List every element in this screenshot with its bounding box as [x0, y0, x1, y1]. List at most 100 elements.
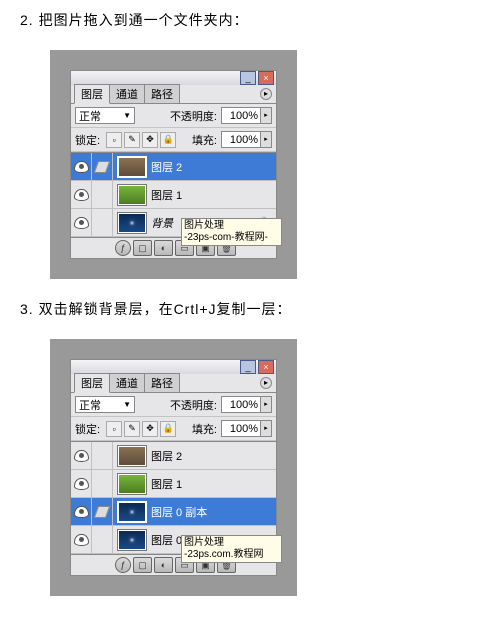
tooltip-2: 图片处理 -23ps.com.教程网: [181, 535, 282, 563]
chevron-down-icon: ▼: [123, 111, 131, 120]
adjustment-icon[interactable]: ◐: [154, 240, 173, 256]
fx-icon[interactable]: ƒ: [115, 557, 131, 573]
eye-icon: [74, 217, 89, 229]
chevron-down-icon: ▼: [123, 400, 131, 409]
layer-thumbnail[interactable]: [117, 445, 147, 467]
tooltip-line2: -23ps.com.教程网: [184, 549, 263, 560]
layer-panel-footer: ƒ ▢ ◐ ▭ ▣ 🗑 图片处理 -23ps.com.教程网: [71, 554, 276, 575]
blend-mode-select[interactable]: 正常 ▼: [75, 396, 135, 413]
opacity-label: 不透明度:: [170, 108, 217, 124]
lock-position-icon[interactable]: ✥: [142, 421, 158, 437]
brush-icon: [94, 506, 110, 518]
minimize-button[interactable]: _: [240, 360, 256, 374]
window-titlebar: _ ×: [71, 360, 276, 374]
panel-tabs: 图层 通道 路径 ▸: [71, 374, 276, 393]
tab-channels[interactable]: 通道: [109, 373, 145, 392]
tab-paths[interactable]: 路径: [144, 373, 180, 392]
layer-thumbnail[interactable]: [117, 473, 147, 495]
adjustment-icon[interactable]: ◐: [154, 557, 173, 573]
eye-icon: [74, 506, 89, 518]
lock-all-icon[interactable]: 🔒: [160, 132, 176, 148]
layer-row[interactable]: 图层 2: [71, 442, 276, 470]
layer-thumbnail[interactable]: [117, 529, 147, 551]
step-3-text: 3. 双击解锁背景层，在Crtl+J复制一层：: [20, 299, 480, 319]
layer-thumbnail[interactable]: [117, 212, 147, 234]
tab-layers[interactable]: 图层: [74, 373, 110, 393]
lock-pixels-icon[interactable]: ✎: [124, 132, 140, 148]
panel-tabs: 图层 通道 路径 ▸: [71, 85, 276, 104]
opacity-flyout-icon[interactable]: ▸: [261, 107, 272, 124]
tab-channels[interactable]: 通道: [109, 84, 145, 103]
fill-label: 填充:: [192, 132, 217, 148]
lock-pixels-icon[interactable]: ✎: [124, 421, 140, 437]
layer-thumbnail[interactable]: [117, 156, 147, 178]
visibility-toggle[interactable]: [71, 209, 92, 236]
tab-paths[interactable]: 路径: [144, 84, 180, 103]
lock-fill-row: 锁定: ▫ ✎ ✥ 🔒 填充: 100% ▸: [71, 128, 276, 152]
tab-layers[interactable]: 图层: [74, 84, 110, 104]
panel-1-wrap: _ × 图层 通道 路径 ▸ 正常 ▼ 不透明度: 100% ▸ 锁定: ▫ ✎ …: [50, 50, 297, 279]
fill-label: 填充:: [192, 421, 217, 437]
layer-row[interactable]: 图层 0 副本: [71, 498, 276, 526]
blend-mode-value: 正常: [79, 397, 101, 413]
visibility-toggle[interactable]: [71, 442, 92, 469]
mask-icon[interactable]: ▢: [133, 557, 152, 573]
edit-col: [92, 153, 113, 180]
blend-mode-select[interactable]: 正常 ▼: [75, 107, 135, 124]
visibility-toggle[interactable]: [71, 153, 92, 180]
step-2-text: 2. 把图片拖入到通一个文件夹内：: [20, 10, 480, 30]
layer-row[interactable]: 图层 1: [71, 470, 276, 498]
edit-col: [92, 526, 113, 553]
opacity-label: 不透明度:: [170, 397, 217, 413]
lock-transparency-icon[interactable]: ▫: [106, 132, 122, 148]
layer-name[interactable]: 图层 1: [151, 476, 276, 492]
opacity-flyout-icon[interactable]: ▸: [261, 396, 272, 413]
layer-name[interactable]: 图层 1: [151, 187, 276, 203]
opacity-input[interactable]: 100%: [221, 107, 261, 124]
eye-icon: [74, 450, 89, 462]
fill-input[interactable]: 100%: [221, 131, 261, 148]
blend-mode-value: 正常: [79, 108, 101, 124]
layer-name[interactable]: 图层 0 副本: [151, 504, 276, 520]
close-button[interactable]: ×: [258, 71, 274, 85]
eye-icon: [74, 189, 89, 201]
fill-flyout-icon[interactable]: ▸: [261, 420, 272, 437]
lock-transparency-icon[interactable]: ▫: [106, 421, 122, 437]
mask-icon[interactable]: ▢: [133, 240, 152, 256]
visibility-toggle[interactable]: [71, 498, 92, 525]
layer-thumbnail[interactable]: [117, 501, 147, 523]
fill-flyout-icon[interactable]: ▸: [261, 131, 272, 148]
eye-icon: [74, 478, 89, 490]
minimize-button[interactable]: _: [240, 71, 256, 85]
tooltip-line1: 图片处理: [184, 220, 224, 231]
window-titlebar: _ ×: [71, 71, 276, 85]
opacity-input[interactable]: 100%: [221, 396, 261, 413]
lock-label: 锁定:: [75, 421, 100, 437]
fx-icon[interactable]: ƒ: [115, 240, 131, 256]
layer-name[interactable]: 图层 2: [151, 448, 276, 464]
tooltip-line1: 图片处理: [184, 537, 224, 548]
panel-2-wrap: _ × 图层 通道 路径 ▸ 正常▼ 不透明度: 100% ▸ 锁定: ▫ ✎ …: [50, 339, 297, 596]
edit-col: [92, 181, 113, 208]
edit-col: [92, 442, 113, 469]
layer-row[interactable]: 图层 2: [71, 153, 276, 181]
visibility-toggle[interactable]: [71, 526, 92, 553]
close-button[interactable]: ×: [258, 360, 274, 374]
lock-all-icon[interactable]: 🔒: [160, 421, 176, 437]
blend-opacity-row: 正常 ▼ 不透明度: 100% ▸: [71, 104, 276, 128]
layers-panel-2: _ × 图层 通道 路径 ▸ 正常▼ 不透明度: 100% ▸ 锁定: ▫ ✎ …: [70, 359, 277, 576]
layer-name[interactable]: 图层 2: [151, 159, 276, 175]
layers-panel-1: _ × 图层 通道 路径 ▸ 正常 ▼ 不透明度: 100% ▸ 锁定: ▫ ✎ …: [70, 70, 277, 259]
lock-label: 锁定:: [75, 132, 100, 148]
fill-input[interactable]: 100%: [221, 420, 261, 437]
lock-position-icon[interactable]: ✥: [142, 132, 158, 148]
edit-col: [92, 209, 113, 236]
visibility-toggle[interactable]: [71, 470, 92, 497]
layer-panel-footer: ƒ ▢ ◐ ▭ ▣ 🗑 图片处理 -23ps-com-教程网-: [71, 237, 276, 258]
tooltip-1: 图片处理 -23ps-com-教程网-: [181, 218, 282, 246]
panel-menu-icon[interactable]: ▸: [260, 88, 272, 100]
layer-thumbnail[interactable]: [117, 184, 147, 206]
layer-row[interactable]: 图层 1: [71, 181, 276, 209]
panel-menu-icon[interactable]: ▸: [260, 377, 272, 389]
visibility-toggle[interactable]: [71, 181, 92, 208]
